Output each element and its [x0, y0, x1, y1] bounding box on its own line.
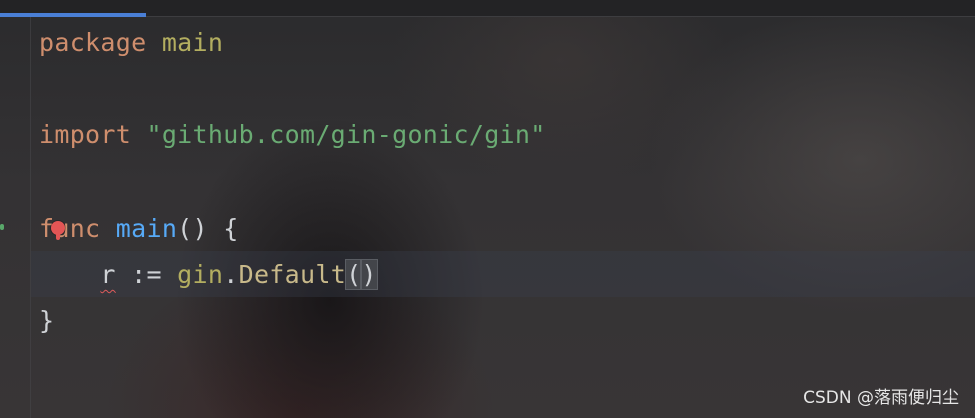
- keyword-func: func: [39, 214, 101, 243]
- assign-operator: :=: [115, 260, 178, 289]
- function-signature-rest: () {: [177, 214, 239, 243]
- code-line-6[interactable]: r := gin.Default(): [39, 259, 378, 290]
- csdn-watermark: CSDN @落雨便归尘: [803, 388, 959, 408]
- keyword-import: import: [39, 120, 132, 149]
- closing-brace: }: [39, 306, 55, 335]
- code-line-5[interactable]: func main() {: [39, 214, 239, 244]
- open-paren-highlight: (: [345, 259, 363, 290]
- editor-tab-bar: [0, 0, 975, 16]
- keyword-package: package: [39, 28, 147, 57]
- gin-package-ref: gin: [177, 260, 224, 289]
- tab-bar-divider: [146, 16, 975, 17]
- close-paren-highlight: ): [360, 259, 378, 290]
- code-editor[interactable]: package main import "github.com/gin-goni…: [0, 0, 975, 418]
- function-name: main: [115, 214, 178, 243]
- package-name: main: [161, 28, 224, 57]
- code-line-3[interactable]: import "github.com/gin-gonic/gin": [39, 120, 546, 150]
- breakpoint-icon[interactable]: [51, 221, 65, 240]
- import-path-string: "github.com/gin-gonic/gin": [146, 120, 546, 149]
- line-gutter[interactable]: [0, 17, 31, 418]
- dot-operator: .: [223, 260, 239, 289]
- code-line-1[interactable]: package main: [39, 28, 223, 58]
- fold-marker-icon[interactable]: [0, 224, 4, 230]
- variable-r-unused[interactable]: r: [100, 260, 115, 289]
- code-line-7[interactable]: }: [39, 306, 54, 336]
- default-method-call: Default: [238, 260, 347, 289]
